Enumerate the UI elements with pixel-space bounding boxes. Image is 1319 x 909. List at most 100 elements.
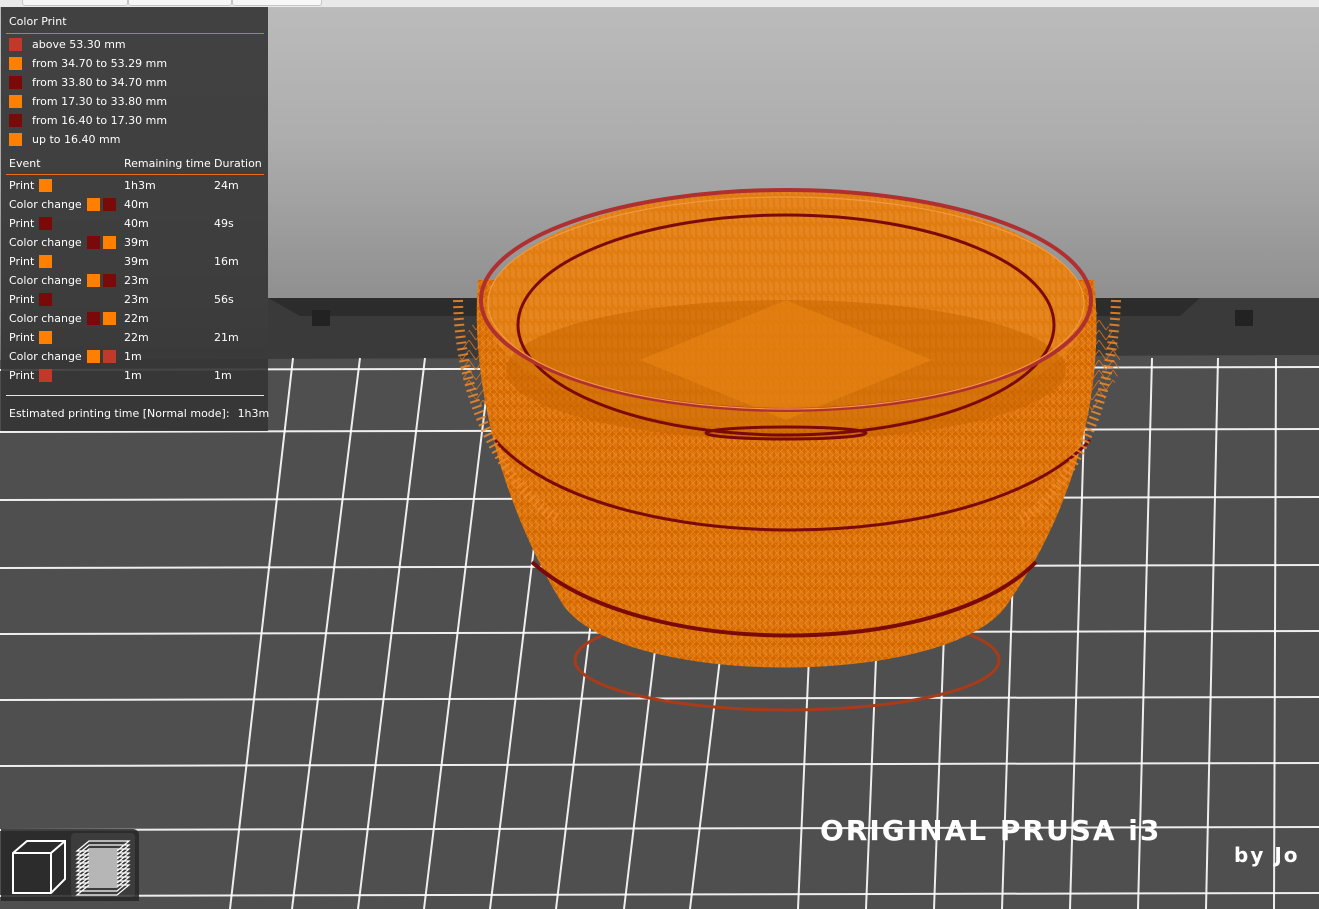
color-swatch [9,57,22,70]
event-color-swatch [102,274,116,287]
event-name: Print [9,255,35,268]
event-name: Print [9,217,35,230]
event-name: Print [9,293,35,306]
event-color-swatch [86,198,100,211]
layers-view-icon [75,840,131,896]
color-swatch [9,95,22,108]
event-row: Print 1m 1m [1,366,268,385]
legend-range-label: from 33.80 to 34.70 mm [32,76,168,89]
event-cell: Color change [9,236,116,249]
event-remaining-time: 22m [124,312,149,325]
rail-bracket-left [312,310,330,326]
legend-range-item: from 34.70 to 53.29 mm [9,54,167,73]
event-name: Color change [9,312,82,325]
event-cell: Color change [9,350,116,363]
event-name: Color change [9,274,82,287]
legend-range-label: up to 16.40 mm [32,133,121,146]
event-color-swatch [86,236,100,249]
event-remaining-time: 22m [124,331,149,344]
event-color-swatch [39,217,53,230]
rail-bracket-right [1235,310,1253,326]
header-event: Event [9,157,41,170]
legend-title: Color Print [9,15,67,28]
event-name: Color change [9,198,82,211]
event-color-swatch [39,179,53,192]
estimate-divider [6,395,264,396]
event-row: Color change 40m [1,195,268,214]
event-cell: Print [9,179,53,192]
event-row: Color change 23m [1,271,268,290]
event-cell: Print [9,331,53,344]
event-color-swatch [86,350,100,363]
color-print-legend: Color Print above 53.30 mm from 34.70 to … [1,7,269,431]
event-row: Print 1h3m 24m [1,176,268,195]
legend-range-label: from 16.40 to 17.30 mm [32,114,168,127]
layers-view-button[interactable] [71,833,135,897]
event-color-swatch [86,312,100,325]
event-name: Print [9,369,35,382]
event-cell: Print [9,255,53,268]
event-row: Print 40m 49s [1,214,268,233]
event-remaining-time: 40m [124,217,149,230]
color-swatch [9,76,22,89]
event-color-swatch [39,369,53,382]
tab-print-settings[interactable] [128,0,232,6]
legend-range-item: from 33.80 to 34.70 mm [9,73,167,92]
event-remaining-time: 23m [124,293,149,306]
event-row: Color change 39m [1,233,268,252]
event-duration: 49s [214,217,234,230]
event-color-swatch [102,198,116,211]
view-toolbar [1,829,139,901]
event-remaining-time: 1h3m [124,179,156,192]
iso-view-icon [12,840,66,894]
event-name: Color change [9,350,82,363]
event-duration: 16m [214,255,239,268]
color-swatch [9,38,22,51]
event-color-swatch [86,274,100,287]
legend-range-label: above 53.30 mm [32,38,126,51]
event-remaining-time: 39m [124,236,149,249]
legend-range-label: from 34.70 to 53.29 mm [32,57,168,70]
event-color-swatch [39,255,53,268]
color-swatch [9,133,22,146]
event-row: Print 39m 16m [1,252,268,271]
event-color-swatch [102,312,116,325]
event-row: Color change 1m [1,347,268,366]
legend-title-underline [6,33,264,34]
tab-filament-settings[interactable] [232,0,322,6]
event-duration: 24m [214,179,239,192]
bed-logo: ORIGINAL PRUSA i3 [820,814,1161,847]
legend-range-item: from 16.40 to 17.30 mm [9,111,167,130]
event-cell: Color change [9,274,116,287]
table-header-underline [6,174,264,175]
event-color-swatch [102,236,116,249]
event-duration: 1m [214,369,232,382]
event-duration: 21m [214,331,239,344]
event-name: Print [9,331,35,344]
event-color-swatch [39,293,53,306]
event-remaining-time: 1m [124,369,142,382]
event-cell: Print [9,369,53,382]
event-remaining-time: 40m [124,198,149,211]
event-cell: Color change [9,312,116,325]
event-name: Color change [9,236,82,249]
event-remaining-time: 1m [124,350,142,363]
header-duration: Duration [214,157,262,170]
legend-range-item: up to 16.40 mm [9,130,120,149]
legend-range-label: from 17.30 to 33.80 mm [32,95,168,108]
event-duration: 56s [214,293,234,306]
estimated-time-value: 1h3m [237,407,270,420]
event-cell: Print [9,293,53,306]
event-color-swatch [102,350,116,363]
iso-view-button[interactable] [5,833,69,897]
tab-plater[interactable] [22,0,128,6]
event-name: Print [9,179,35,192]
legend-range-item: above 53.30 mm [9,35,126,54]
bed-byline: by Jo [1234,843,1300,867]
event-row: Print 22m 21m [1,328,268,347]
estimated-time-label: Estimated printing time [Normal mode]: [9,407,230,420]
estimated-time-row: Estimated printing time [Normal mode]: 1h… [9,407,269,420]
event-color-swatch [39,331,53,344]
color-swatch [9,114,22,127]
legend-range-item: from 17.30 to 33.80 mm [9,92,167,111]
